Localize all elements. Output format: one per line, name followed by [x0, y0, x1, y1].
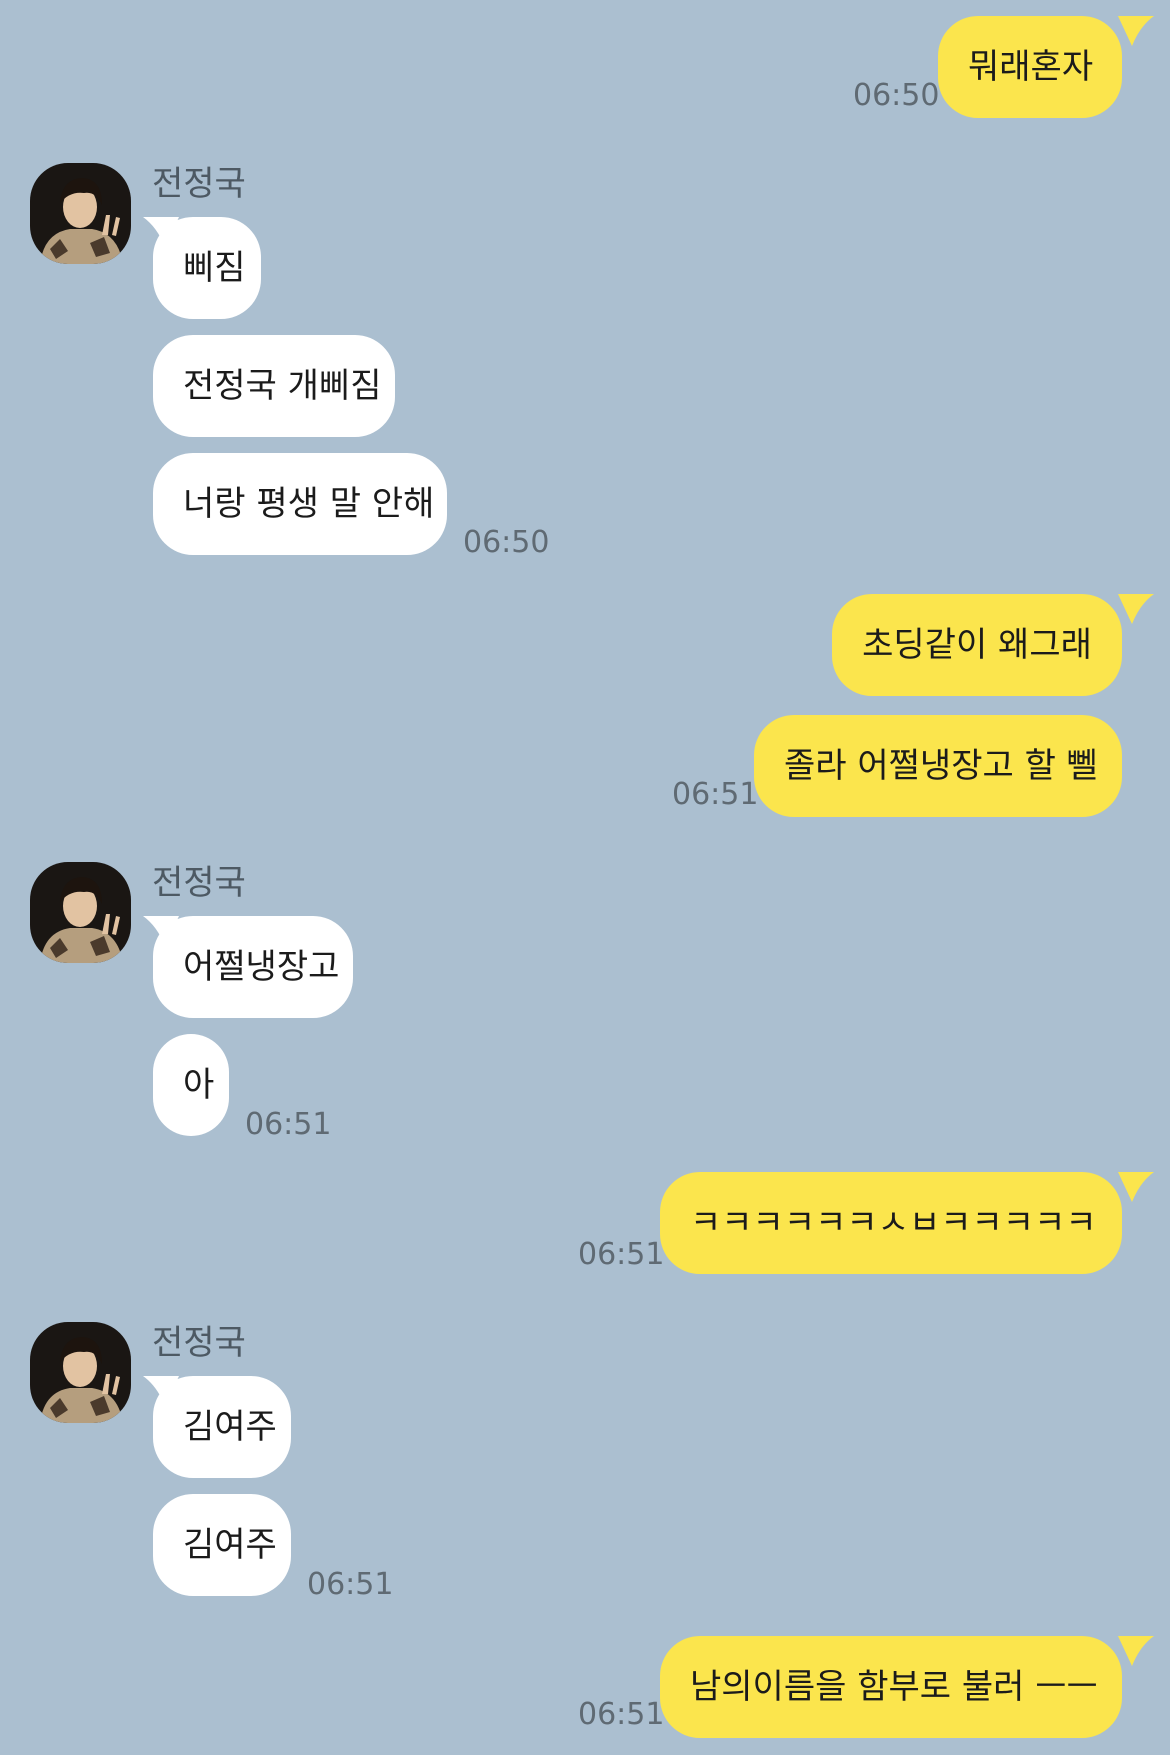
their-message-bubble[interactable]: 너랑 평생 말 안해 — [153, 453, 447, 555]
bubble-tail — [1118, 594, 1154, 624]
my-message-bubble[interactable]: ㅋㅋㅋㅋㅋㅋㅅㅂㅋㅋㅋㅋㅋ — [660, 1172, 1122, 1274]
bubble-tail — [143, 217, 179, 247]
my-message-bubble[interactable]: 졸라 어쩔냉장고 할 뻴 — [754, 715, 1122, 817]
my-message-bubble[interactable]: 초딩같이 왜그래 — [832, 594, 1122, 696]
sender-name: 전정국 — [152, 164, 246, 204]
their-message-bubble[interactable]: 아 — [153, 1034, 229, 1136]
contact-avatar[interactable] — [30, 1322, 131, 1423]
message-time: 06:51 — [307, 1567, 394, 1602]
sender-name: 전정국 — [152, 863, 246, 903]
message-time: 06:51 — [245, 1107, 332, 1142]
my-message-bubble[interactable]: 남의이름을 함부로 불러 ㅡㅡ — [660, 1636, 1122, 1738]
bubble-tail — [1118, 1172, 1154, 1202]
bubble-tail — [143, 1376, 179, 1406]
their-message-bubble[interactable]: 김여주 — [153, 1494, 291, 1596]
bubble-tail — [143, 916, 179, 946]
their-message-bubble[interactable]: 전정국 개삐짐 — [153, 335, 395, 437]
bubble-tail — [1118, 16, 1154, 46]
message-time: 06:50 — [463, 525, 550, 560]
message-time: 06:51 — [672, 777, 759, 812]
their-message-bubble[interactable]: 어쩔냉장고 — [153, 916, 353, 1018]
bubble-tail — [1118, 1636, 1154, 1666]
sender-name: 전정국 — [152, 1323, 246, 1363]
my-message-bubble[interactable]: 뭐래혼자 — [938, 16, 1122, 118]
message-time: 06:51 — [578, 1697, 665, 1732]
contact-avatar[interactable] — [30, 163, 131, 264]
message-time: 06:51 — [578, 1237, 665, 1272]
contact-avatar[interactable] — [30, 862, 131, 963]
message-time: 06:50 — [853, 78, 940, 113]
